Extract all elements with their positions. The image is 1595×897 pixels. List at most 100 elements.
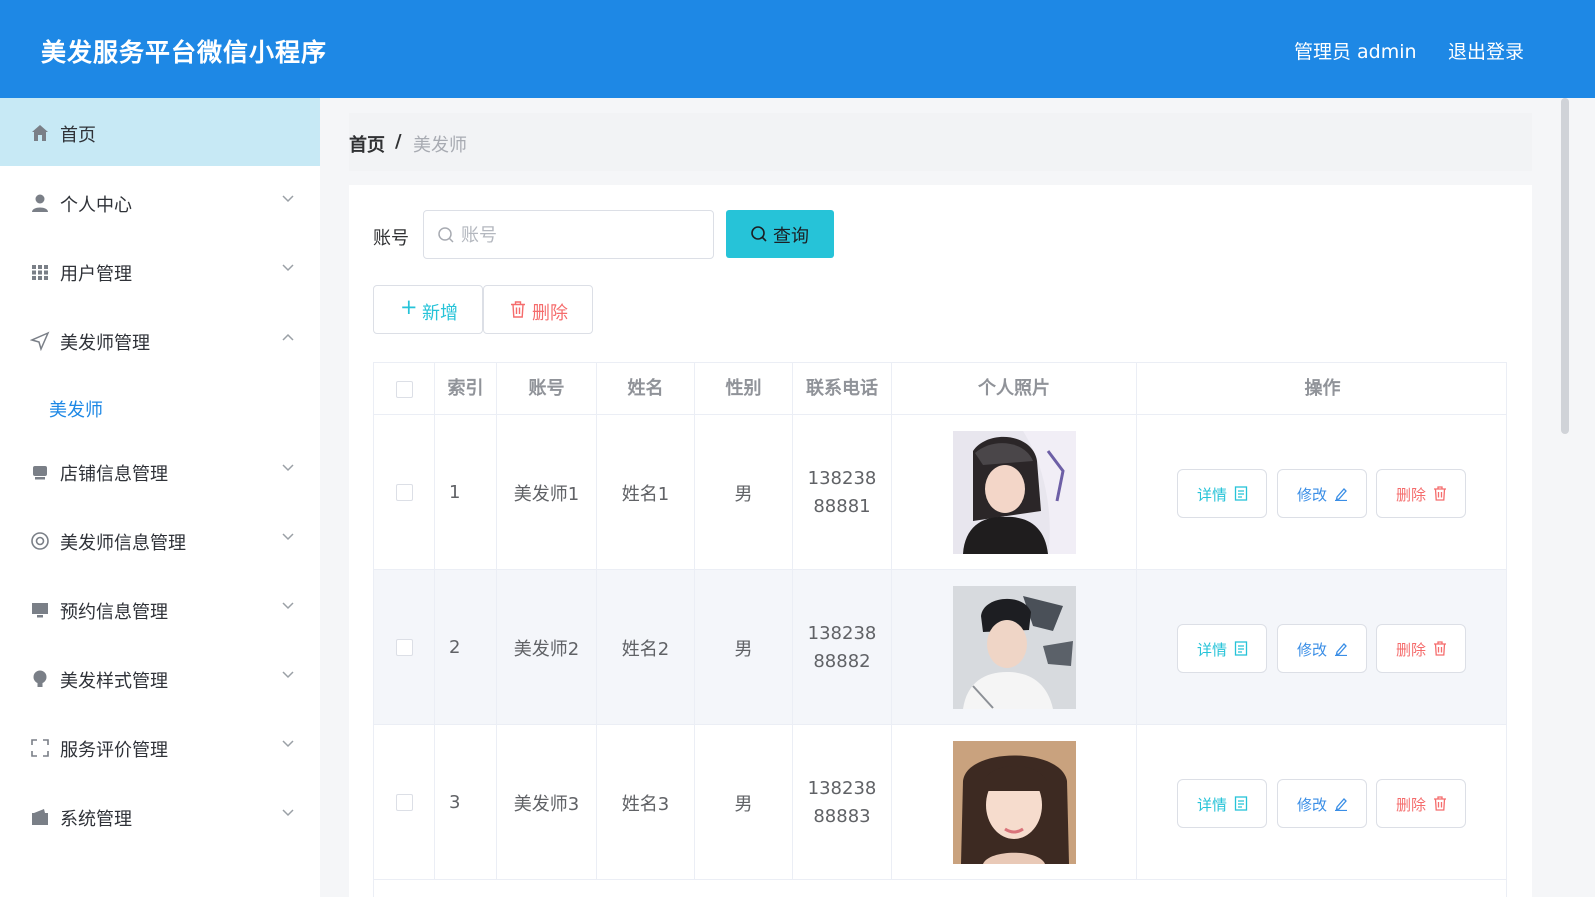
breadcrumb-home[interactable]: 首页 — [349, 131, 385, 157]
detail-button[interactable]: 详情 — [1177, 779, 1267, 828]
cell-account: 美发师1 — [497, 415, 597, 570]
delete-label: 删除 — [1396, 796, 1427, 814]
stylist-photo — [952, 431, 1076, 554]
sidebar-item-user-management[interactable]: 用户管理 — [0, 237, 320, 305]
cell-gender: 男 — [695, 725, 793, 880]
cell-actions: 详情 修改 删除 — [1137, 725, 1506, 880]
cell-phone-wrap: 13823888881 — [793, 415, 892, 570]
sidebar-item-label: 店铺信息管理 — [60, 464, 168, 485]
lifebuoy-icon — [31, 532, 49, 550]
add-button-label: 新增 — [422, 303, 458, 324]
admin-user-label: 管理员 admin — [1294, 41, 1417, 63]
edit-button[interactable]: 修改 — [1277, 469, 1367, 518]
detail-button[interactable]: 详情 — [1177, 624, 1267, 673]
add-button[interactable]: + 新增 — [373, 285, 483, 334]
sidebar-item-personal-center[interactable]: 个人中心 — [0, 168, 320, 236]
logout-link[interactable]: 退出登录 — [1448, 37, 1524, 64]
search-label: 账号 — [373, 228, 409, 249]
sidebar-item-label: 美发师信息管理 — [60, 533, 186, 554]
table-row: 2 美发师2 姓名2 男 13823888882 详情 修改 删除 — [374, 570, 1506, 725]
cell-photo — [892, 570, 1137, 725]
sidebar-item-label: 个人中心 — [60, 195, 132, 216]
edit-label: 修改 — [1297, 486, 1328, 504]
chevron-down-icon — [282, 671, 294, 679]
sidebar-item-label: 美发样式管理 — [60, 671, 168, 692]
sidebar-item-hairstyle[interactable]: 美发样式管理 — [0, 644, 320, 712]
cell-index: 1 — [435, 415, 497, 570]
select-all-checkbox[interactable] — [395, 380, 413, 398]
cell-phone-wrap: 13823888883 — [793, 725, 892, 880]
sidebar-subitem-stylist[interactable]: 美发师 — [0, 374, 320, 436]
shop-icon — [33, 466, 47, 480]
row-checkbox[interactable] — [395, 639, 413, 656]
cell-index: 2 — [435, 570, 497, 725]
sidebar-item-label: 美发师管理 — [60, 333, 150, 354]
cell-index: 3 — [435, 725, 497, 880]
batch-delete-button[interactable]: 删除 — [483, 285, 593, 334]
chevron-down-icon — [282, 533, 294, 541]
sidebar-subitem-label: 美发师 — [49, 400, 103, 421]
chevron-down-icon — [282, 195, 294, 203]
search-input[interactable] — [461, 221, 701, 249]
sidebar-item-label: 服务评价管理 — [60, 740, 168, 761]
breadcrumb-current: 美发师 — [413, 135, 467, 156]
bulb-icon — [33, 670, 47, 687]
column-header-account: 账号 — [497, 363, 597, 415]
sidebar-item-label: 系统管理 — [60, 809, 132, 830]
edit-label: 修改 — [1297, 796, 1328, 814]
sidebar: 首页 个人中心 用户管理 美发师管理 美发师 店铺信息管理 美发师信息管理 预约… — [0, 98, 320, 897]
delete-button[interactable]: 删除 — [1376, 779, 1466, 828]
sidebar-item-appointment-info[interactable]: 预约信息管理 — [0, 575, 320, 643]
cell-gender: 男 — [695, 570, 793, 725]
detail-label: 详情 — [1197, 486, 1228, 504]
sidebar-item-label: 首页 — [60, 125, 96, 146]
sidebar-item-service-review[interactable]: 服务评价管理 — [0, 713, 320, 781]
cell-photo — [892, 415, 1137, 570]
fullscreen-icon — [31, 739, 49, 757]
search-field[interactable] — [423, 210, 714, 259]
row-checkbox[interactable] — [395, 794, 413, 811]
detail-button[interactable]: 详情 — [1177, 469, 1267, 518]
chevron-down-icon — [282, 464, 294, 472]
cell-name: 姓名1 — [597, 415, 695, 570]
sidebar-item-system[interactable]: 系统管理 — [0, 782, 320, 850]
column-header-gender: 性别 — [695, 363, 793, 415]
chevron-down-icon — [282, 809, 294, 817]
edit-label: 修改 — [1297, 641, 1328, 659]
user-icon — [32, 194, 48, 212]
detail-label: 详情 — [1197, 796, 1228, 814]
batch-delete-label: 删除 — [532, 303, 568, 324]
chevron-up-icon — [282, 333, 294, 341]
sidebar-item-shop-info[interactable]: 店铺信息管理 — [0, 437, 320, 505]
sidebar-item-home[interactable]: 首页 — [0, 98, 320, 166]
row-checkbox-cell — [374, 570, 435, 725]
sidebar-item-stylist-management[interactable]: 美发师管理 — [0, 306, 320, 374]
header-checkbox-cell — [374, 363, 435, 415]
cell-phone: 13823888882 — [807, 622, 877, 672]
search-icon — [438, 227, 454, 243]
sidebar-item-label: 预约信息管理 — [60, 602, 168, 623]
sidebar-item-stylist-info[interactable]: 美发师信息管理 — [0, 506, 320, 574]
table-row: 1 美发师1 姓名1 男 13823888881 详情 修改 删除 — [374, 415, 1506, 570]
trash-icon — [1434, 641, 1446, 656]
navigation-icon — [30, 331, 50, 351]
app-title: 美发服务平台微信小程序 — [41, 38, 328, 67]
delete-button[interactable]: 删除 — [1376, 624, 1466, 673]
cell-phone: 13823888881 — [807, 467, 877, 517]
page-scrollbar[interactable] — [1561, 98, 1569, 434]
query-button-label: 查询 — [773, 226, 809, 247]
delete-button[interactable]: 删除 — [1376, 469, 1466, 518]
cell-account: 美发师2 — [497, 570, 597, 725]
edit-icon — [1335, 798, 1347, 811]
edit-button[interactable]: 修改 — [1277, 779, 1367, 828]
edit-button[interactable]: 修改 — [1277, 624, 1367, 673]
cell-phone: 13823888883 — [807, 777, 877, 827]
column-header-photo: 个人照片 — [892, 363, 1137, 415]
stylist-table: 索引 账号 姓名 性别 联系电话 个人照片 操作 1 美发师1 姓名1 男 13… — [373, 362, 1507, 897]
home-icon — [32, 125, 48, 141]
query-button[interactable]: 查询 — [726, 210, 834, 258]
sidebar-item-label: 用户管理 — [60, 264, 132, 285]
grid-icon — [32, 265, 48, 280]
column-header-index: 索引 — [435, 363, 497, 415]
row-checkbox[interactable] — [395, 484, 413, 501]
